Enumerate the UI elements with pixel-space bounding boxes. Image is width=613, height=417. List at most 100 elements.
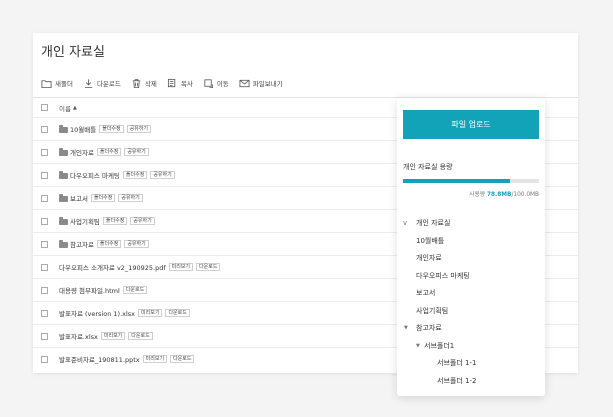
row-checkbox[interactable] <box>41 355 48 363</box>
folder-icon <box>59 171 68 179</box>
folder-tree-item[interactable]: 사업기획팀 <box>397 303 545 321</box>
row-checkbox[interactable] <box>41 217 48 225</box>
row-action-button[interactable]: 다운로드 <box>128 332 153 340</box>
move-icon <box>203 78 217 89</box>
storage-usage-text: 사용량 78.8MB/100.0MB <box>469 189 539 198</box>
download-icon <box>83 78 97 89</box>
toolbar-label: 삭제 <box>144 80 157 88</box>
folder-tree-item[interactable]: v 개인 자료실 <box>397 215 545 233</box>
row-action-button[interactable]: 공유하기 <box>130 217 155 225</box>
toolbar-label: 복사 <box>180 80 193 88</box>
select-all-checkbox[interactable] <box>41 104 48 111</box>
row-checkbox[interactable] <box>41 240 48 248</box>
folder-name[interactable]: 10월배틀 <box>70 124 96 134</box>
move-button[interactable]: 이동 <box>203 78 229 89</box>
folder-tree-item[interactable]: 개인자료 <box>397 250 545 268</box>
folder-name[interactable]: 다우오피스 마케팅 <box>70 170 120 180</box>
folder-tree-label: 서브폴더1 <box>424 341 455 350</box>
row-action-button[interactable]: 폴더수정 <box>122 171 148 179</box>
row-action-button[interactable]: 미리보기 <box>138 309 163 317</box>
folder-tree-item[interactable]: 10월배틀 <box>397 233 545 251</box>
file-name[interactable]: 발표자료.xlsx <box>59 331 98 341</box>
folder-tree-item[interactable]: 다우오피스 마케팅 <box>397 268 545 286</box>
folder-name[interactable]: 보고서 <box>70 193 88 203</box>
toolbar-label: 파일보내기 <box>252 80 283 88</box>
page-title: 개인 자료실 <box>41 45 105 60</box>
sort-asc-icon[interactable]: ▲ <box>73 105 77 111</box>
row-action-button[interactable]: 폴더수정 <box>102 217 128 225</box>
row-checkbox[interactable] <box>41 286 48 294</box>
folder-tree-label: 서브폴더 1-1 <box>437 359 477 367</box>
usage-used: 78.8MB <box>486 192 512 198</box>
name-column-header[interactable]: 이름 <box>59 103 71 113</box>
row-action-button[interactable]: 폴더수정 <box>90 194 116 202</box>
chevron-down-icon[interactable]: ▼ <box>404 320 408 338</box>
folder-icon <box>59 217 68 225</box>
row-checkbox[interactable] <box>41 263 48 271</box>
row-action-button[interactable]: 공유하기 <box>124 148 149 156</box>
row-checkbox[interactable] <box>41 171 48 179</box>
folder-icon <box>59 148 68 156</box>
toolbar-label: 다운로드 <box>96 80 121 88</box>
new-folder-icon <box>41 78 55 89</box>
send-file-button[interactable]: 파일보내기 <box>239 78 283 89</box>
row-action-button[interactable]: 폴더수정 <box>96 240 122 248</box>
row-checkbox[interactable] <box>41 332 48 340</box>
folder-tree-item[interactable]: ▼ 서브폴더1 <box>397 338 545 356</box>
row-action-button[interactable]: 공유하기 <box>124 240 149 248</box>
row-checkbox[interactable] <box>41 194 48 202</box>
file-name[interactable]: 발표준비자료_190811.pptx <box>59 354 140 364</box>
storage-usage-label: 개인 자료실 용량 <box>403 163 453 171</box>
folder-tree-label: 참고자료 <box>416 324 442 332</box>
row-action-button[interactable]: 다운로드 <box>196 263 221 271</box>
toolbar: 새폴더 다운로드 삭제 복사 이동 파일보내기 <box>41 76 293 90</box>
folder-name[interactable]: 참고자료 <box>70 239 94 249</box>
toolbar-label: 이동 <box>216 80 229 88</box>
folder-name[interactable]: 개인자료 <box>70 147 94 157</box>
folder-tree-item[interactable]: 서브폴더 1-1 <box>397 355 545 373</box>
row-action-button[interactable]: 공유하기 <box>126 125 152 133</box>
upload-file-button[interactable]: 파일 업로드 <box>403 110 539 139</box>
row-action-button[interactable]: 미리보기 <box>168 263 194 271</box>
row-action-button[interactable]: 다운로드 <box>122 286 148 294</box>
folder-tree-item[interactable]: 서브폴더 1-2 <box>397 373 545 391</box>
download-button[interactable]: 다운로드 <box>83 78 121 89</box>
row-action-button[interactable]: 다운로드 <box>165 309 190 317</box>
row-checkbox[interactable] <box>41 309 48 317</box>
mail-icon <box>239 78 253 89</box>
row-action-button[interactable]: 공유하기 <box>118 194 143 202</box>
row-action-button[interactable]: 폴더수정 <box>99 125 124 133</box>
row-action-button[interactable]: 다운로드 <box>170 355 195 363</box>
folder-name[interactable]: 사업기획팀 <box>70 216 100 226</box>
usage-prefix: 사용량 <box>469 192 487 198</box>
row-action-button[interactable]: 미리보기 <box>142 355 168 363</box>
new-folder-button[interactable]: 새폴더 <box>41 78 73 89</box>
folder-tree-item[interactable]: 보고서 <box>397 285 545 303</box>
file-name[interactable]: 발표자료 (version 1).xlsx <box>59 308 135 318</box>
usage-total: /100.0MB <box>511 192 539 198</box>
folder-tree-label: 보고서 <box>416 289 436 297</box>
folder-tree-label: 개인자료 <box>416 254 442 262</box>
file-name[interactable]: 대용량 첨부파일.html <box>59 285 120 295</box>
storage-usage-bar <box>403 179 539 183</box>
folder-tree-label: 서브폴더 1-2 <box>437 376 477 385</box>
folder-tree-label: 사업기획팀 <box>416 306 449 315</box>
folder-icon <box>59 194 68 202</box>
chevron-down-icon[interactable]: ▼ <box>416 338 420 356</box>
delete-button[interactable]: 삭제 <box>131 78 157 89</box>
folder-tree-label: 10월배틀 <box>416 236 445 245</box>
storage-usage-bar-fill <box>403 179 511 183</box>
row-action-button[interactable]: 미리보기 <box>100 332 126 340</box>
folder-tree: v 개인 자료실 10월배틀개인자료다우오피스 마케팅보고서사업기획팀 ▼ 참고자료 ▼ 서… <box>397 215 545 390</box>
row-checkbox[interactable] <box>41 148 48 156</box>
file-name[interactable]: 다우오피스 소개자료 v2_190925.pdf <box>59 262 166 272</box>
trash-icon <box>131 78 145 89</box>
copy-button[interactable]: 복사 <box>167 78 193 89</box>
folder-icon <box>59 240 68 248</box>
row-action-button[interactable]: 폴더수정 <box>96 148 122 156</box>
folder-tree-item[interactable]: ▼ 참고자료 <box>397 320 545 338</box>
row-checkbox[interactable] <box>41 125 48 133</box>
chevron-down-icon[interactable]: v <box>403 215 407 233</box>
row-action-button[interactable]: 공유하기 <box>150 171 175 179</box>
copy-icon <box>167 78 181 89</box>
